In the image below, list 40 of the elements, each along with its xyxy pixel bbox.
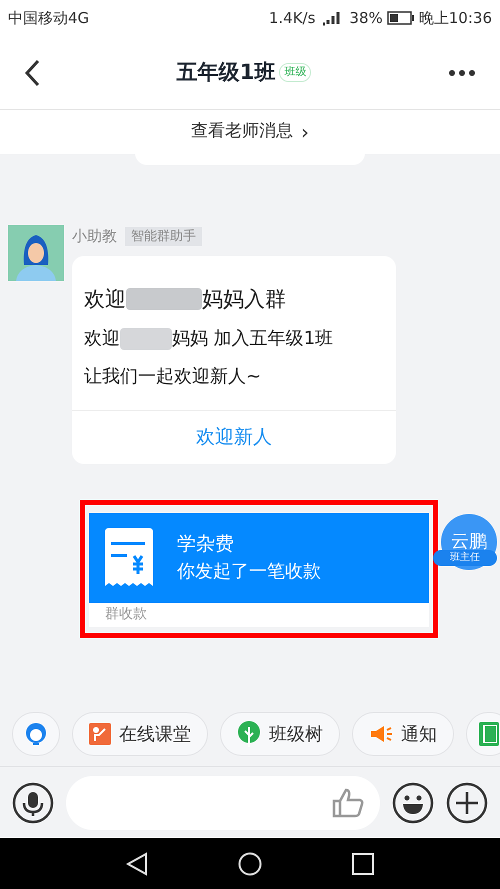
emoji-icon[interactable] xyxy=(392,782,434,824)
notebook-icon xyxy=(479,722,499,746)
battery-icon xyxy=(386,11,415,25)
toolbar-chip[interactable]: 在线课堂 xyxy=(72,712,208,756)
toolbar-chip[interactable]: 通知 xyxy=(352,712,454,756)
receipt-icon xyxy=(105,528,153,588)
more-icon[interactable] xyxy=(448,68,476,76)
role-tag: 班主任 xyxy=(433,550,497,566)
payment-footer: 群收款 xyxy=(105,604,147,625)
class-badge: 班级 xyxy=(279,63,312,82)
toolbar-chip[interactable]: 班级树 xyxy=(220,712,340,756)
page-title: 五年级1班 xyxy=(176,58,276,86)
welcome-title: 欢迎 xyxy=(84,286,126,312)
welcome-text: 妈妈 加入五年级1班 xyxy=(172,327,334,351)
nav-recents-icon[interactable] xyxy=(352,852,374,874)
microphone-icon[interactable] xyxy=(12,782,54,824)
megaphone-icon xyxy=(369,724,393,744)
teacher-messages-bar[interactable]: 查看老师消息 › xyxy=(0,110,500,154)
clock: 晚上10:36 xyxy=(418,8,492,29)
nav-back-icon[interactable] xyxy=(126,852,148,876)
welcome-text: 让我们一起欢迎新人~ xyxy=(84,365,262,389)
avatar-icon xyxy=(8,225,64,281)
back-icon[interactable] xyxy=(24,58,40,86)
payment-subtitle: 你发起了一笔收款 xyxy=(177,560,321,584)
blurred-name xyxy=(120,328,172,350)
plus-icon[interactable] xyxy=(446,782,488,824)
assistant-tag: 智能群助手 xyxy=(125,226,202,246)
toolbar-icon-button[interactable] xyxy=(466,712,500,756)
nav-home-icon[interactable] xyxy=(238,852,262,876)
toolbar-icon-button[interactable] xyxy=(12,712,60,756)
sender-name: 小助教 xyxy=(72,226,117,247)
classroom-icon xyxy=(89,723,111,745)
payment-title: 学杂费 xyxy=(177,532,235,557)
welcome-text: 欢迎 xyxy=(84,327,120,351)
tree-icon xyxy=(237,721,261,747)
thumbs-up-icon[interactable] xyxy=(332,788,364,818)
network-speed: 1.4K/s xyxy=(268,8,316,29)
battery-percent: 38% xyxy=(349,8,383,29)
welcome-title: 妈妈入群 xyxy=(202,286,286,312)
carrier-label: 中国移动4G xyxy=(8,8,90,29)
